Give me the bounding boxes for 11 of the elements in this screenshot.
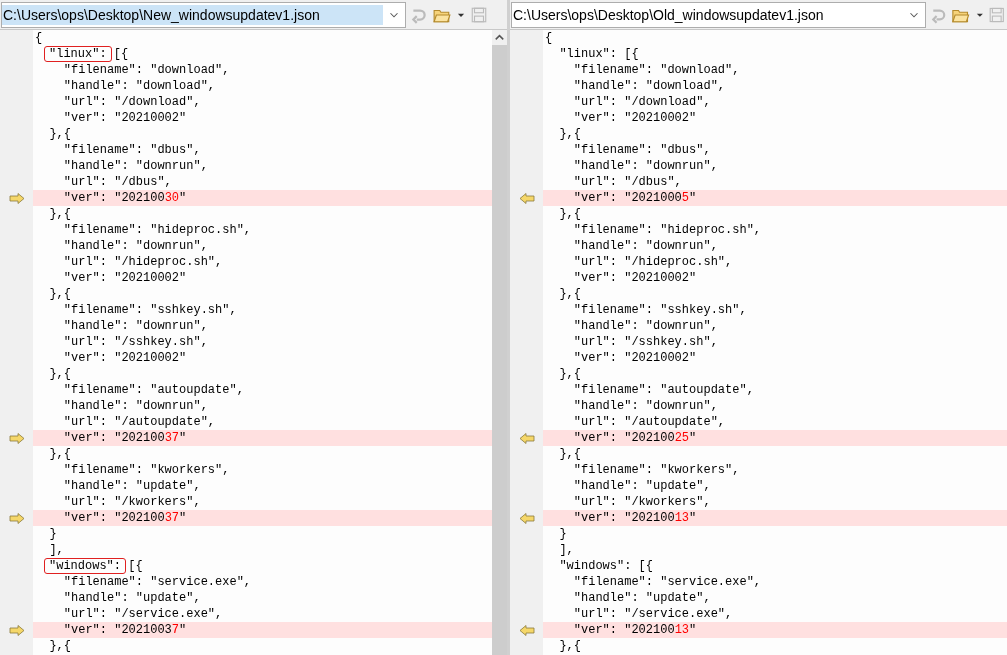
scrollbar-thumb[interactable] xyxy=(492,45,507,655)
file-path-combobox[interactable]: C:\Users\ops\Desktop\Old_windowsupdatev1.json xyxy=(511,1,926,28)
diff-arrow-icon[interactable] xyxy=(8,512,25,524)
file-path-combobox[interactable]: C:\Users\ops\Desktop\New_windowsupdatev1.json xyxy=(1,1,406,28)
diff-arrow-icon[interactable] xyxy=(8,432,25,444)
diff-arrow-icon[interactable] xyxy=(518,192,535,204)
diff-arrow-icon[interactable] xyxy=(518,512,535,524)
diff-arrow-icon[interactable] xyxy=(518,624,535,636)
diff-arrow-icon[interactable] xyxy=(518,432,535,444)
diff-arrow-icon[interactable] xyxy=(8,192,25,204)
diff-arrow-icon[interactable] xyxy=(8,624,25,636)
